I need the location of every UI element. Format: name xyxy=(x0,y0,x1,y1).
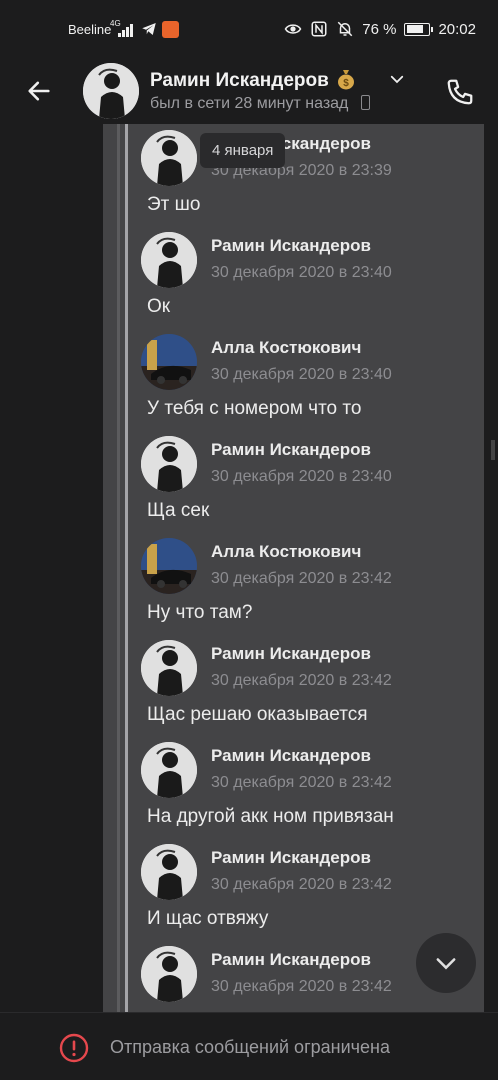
message-text: Ща сек xyxy=(147,500,210,521)
message-item[interactable]: Алла Костюкович 30 декабря 2020 в 23:40 У … xyxy=(141,328,481,430)
message-text: У тебя с номером что то xyxy=(147,398,362,419)
money-bag-icon: $ xyxy=(338,70,355,90)
scroll-down-button[interactable] xyxy=(416,933,476,993)
app-notification-icon xyxy=(162,21,179,38)
last-seen-text: был в сети 28 минут назад xyxy=(150,95,349,112)
restriction-bar: Отправка сообщений ограничена xyxy=(0,1012,498,1080)
message-item[interactable]: Рамин Искандеров 30 декабря 2020 в 23:42 Щ… xyxy=(141,634,481,736)
sender-name[interactable]: Рамин Искандеров xyxy=(211,236,371,256)
sender-avatar[interactable] xyxy=(141,130,197,186)
person-silhouette-icon xyxy=(83,63,139,119)
message-text: И щас отвяжу xyxy=(147,908,269,929)
sender-avatar[interactable] xyxy=(141,844,197,900)
sender-name[interactable]: Рамин Искандеров xyxy=(211,950,371,970)
message-item[interactable]: Алла Костюкович 30 декабря 2020 в 23:42 Ну… xyxy=(141,532,481,634)
chevron-down-icon[interactable] xyxy=(388,70,406,88)
battery-percent: 76 % xyxy=(362,20,397,38)
contact-status: был в сети 28 минут назад xyxy=(150,95,370,113)
message-time: 30 декабря 2020 в 23:42 xyxy=(211,978,392,995)
sender-avatar[interactable] xyxy=(141,742,197,798)
quote-line-inner xyxy=(125,124,128,1012)
message-time: 30 декабря 2020 в 23:40 xyxy=(211,468,392,485)
sender-name[interactable]: Рамин Искандеров xyxy=(211,440,371,460)
message-item[interactable]: Рамин Искандеров 30 декабря 2020 в 23:42 Н… xyxy=(141,736,481,838)
signal-icon xyxy=(118,23,136,37)
back-button[interactable] xyxy=(20,72,58,110)
telegram-icon xyxy=(142,23,156,35)
mobile-phone-icon xyxy=(360,95,370,110)
contact-name-row[interactable]: Рамин Искандеров $ xyxy=(150,68,356,92)
sender-avatar[interactable] xyxy=(141,538,197,594)
message-text: На другой акк ном привязан xyxy=(147,806,394,827)
message-text: Эт шо xyxy=(147,194,201,215)
message-time: 30 декабря 2020 в 23:42 xyxy=(211,876,392,893)
message-item[interactable]: Рамин Искандеров 30 декабря 2020 в 23:40 Щ… xyxy=(141,430,481,532)
status-right: 76 % 20:02 xyxy=(284,20,476,38)
message-time: 30 декабря 2020 в 23:40 xyxy=(211,264,392,281)
sender-avatar[interactable] xyxy=(141,946,197,1002)
chat-header: Рамин Искандеров $ был в сети 28 минут н… xyxy=(0,60,498,124)
sender-avatar[interactable] xyxy=(141,232,197,288)
arrow-left-icon xyxy=(28,81,50,101)
carrier-label: Beeline xyxy=(68,22,112,37)
message-item[interactable]: Рамин Искандеров 30 декабря 2020 в 23:40 О… xyxy=(141,226,481,328)
message-item[interactable]: Рамин Искандеров 30 декабря 2020 в 23:39 Э… xyxy=(141,124,481,226)
sender-name[interactable]: Рамин Искандеров xyxy=(211,644,371,664)
nfc-icon xyxy=(311,21,327,37)
message-time: 30 декабря 2020 в 23:40 xyxy=(211,366,392,383)
sender-name[interactable]: Рамин Искандеров xyxy=(211,848,371,868)
call-button[interactable] xyxy=(440,72,480,112)
status-bar: Beeline 4G 76 % 20:02 xyxy=(0,0,498,60)
battery-icon xyxy=(404,22,434,36)
message-time: 30 декабря 2020 в 23:42 xyxy=(211,570,392,587)
alert-circle-icon xyxy=(59,1033,89,1063)
message-time: 30 декабря 2020 в 23:42 xyxy=(211,672,392,689)
sender-avatar[interactable] xyxy=(141,334,197,390)
sender-name[interactable]: Алла Костюкович xyxy=(211,338,361,358)
sender-avatar[interactable] xyxy=(141,436,197,492)
restriction-text: Отправка сообщений ограничена xyxy=(110,1037,390,1057)
mute-bell-icon xyxy=(337,21,353,37)
message-text: Ок xyxy=(147,296,171,317)
contact-name: Рамин Искандеров xyxy=(150,70,329,91)
date-chip: 4 января xyxy=(200,133,286,168)
sender-name[interactable]: Рамин Искандеров xyxy=(211,746,371,766)
scroll-indicator[interactable] xyxy=(491,440,495,460)
chevron-down-icon xyxy=(436,958,456,970)
app-root: Beeline 4G 76 % 20:02 Рамин Искандеров $… xyxy=(0,0,498,1080)
message-time: 30 декабря 2020 в 23:42 xyxy=(211,774,392,791)
quote-line-outer xyxy=(117,124,120,1012)
message-text: Щас решаю оказывается xyxy=(147,704,368,725)
message-list[interactable]: Рамин Искандеров 30 декабря 2020 в 23:39 Э… xyxy=(103,124,484,1012)
svg-text:$: $ xyxy=(343,78,349,89)
message-item[interactable]: Рамин Искандеров 30 декабря 2020 в 23:42 И… xyxy=(141,838,481,940)
sender-name[interactable]: Алла Костюкович xyxy=(211,542,361,562)
clock: 20:02 xyxy=(438,20,476,38)
phone-icon xyxy=(447,79,473,105)
contact-avatar[interactable] xyxy=(83,63,139,119)
sender-avatar[interactable] xyxy=(141,640,197,696)
message-text: Ну что там? xyxy=(147,602,253,623)
eye-icon xyxy=(284,24,302,34)
